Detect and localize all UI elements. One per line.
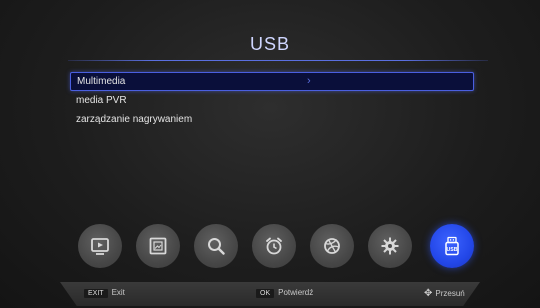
ok-key[interactable]: OK bbox=[256, 289, 275, 298]
usb-button[interactable]: USB bbox=[430, 224, 474, 268]
menu-item-recording-management[interactable]: zarządzanie nagrywaniem bbox=[70, 111, 474, 129]
tv-icon bbox=[91, 238, 109, 255]
ok-hint: OK Potwierdź bbox=[256, 288, 313, 298]
settings-button[interactable] bbox=[368, 224, 412, 268]
alarm-clock-icon bbox=[266, 237, 282, 255]
main-menu-icon-bar: USB bbox=[78, 224, 478, 270]
ok-label: Potwierdź bbox=[278, 288, 314, 297]
screen: USB Multimedia › media PVR zarządzanie n… bbox=[0, 0, 540, 308]
menu-item-multimedia[interactable]: Multimedia › bbox=[70, 72, 474, 91]
move-label: Przesuń bbox=[435, 289, 465, 298]
timer-button[interactable] bbox=[252, 224, 296, 268]
search-button[interactable] bbox=[194, 224, 238, 268]
usb-icon-label: USB bbox=[447, 247, 458, 253]
exit-label: Exit bbox=[111, 288, 125, 297]
menu-item-label: zarządzanie nagrywaniem bbox=[76, 114, 193, 125]
page-title: USB bbox=[249, 34, 290, 54]
menu-item-label: Multimedia bbox=[77, 76, 126, 87]
chevron-right-icon: › bbox=[307, 75, 311, 87]
exit-hint: EXIT Exit bbox=[84, 288, 125, 298]
gear-icon bbox=[381, 237, 399, 255]
tv-button[interactable] bbox=[78, 224, 122, 268]
picture-icon bbox=[149, 237, 167, 255]
picture-button[interactable] bbox=[136, 224, 180, 268]
move-hint: ✥ Przesuń bbox=[424, 288, 465, 299]
exit-key[interactable]: EXIT bbox=[84, 289, 108, 298]
games-button[interactable] bbox=[310, 224, 354, 268]
ball-icon bbox=[324, 238, 340, 254]
title-divider bbox=[68, 60, 488, 61]
usb-icon: USB bbox=[445, 236, 459, 256]
menu-item-media-pvr[interactable]: media PVR bbox=[70, 92, 474, 110]
footer-hint-bar: EXIT Exit OK Potwierdź ✥ Przesuń bbox=[0, 282, 540, 308]
search-icon bbox=[208, 238, 225, 255]
move-arrows-icon: ✥ bbox=[424, 288, 433, 299]
menu-item-label: media PVR bbox=[76, 95, 127, 106]
usb-menu: Multimedia › media PVR zarządzanie nagry… bbox=[70, 72, 474, 130]
